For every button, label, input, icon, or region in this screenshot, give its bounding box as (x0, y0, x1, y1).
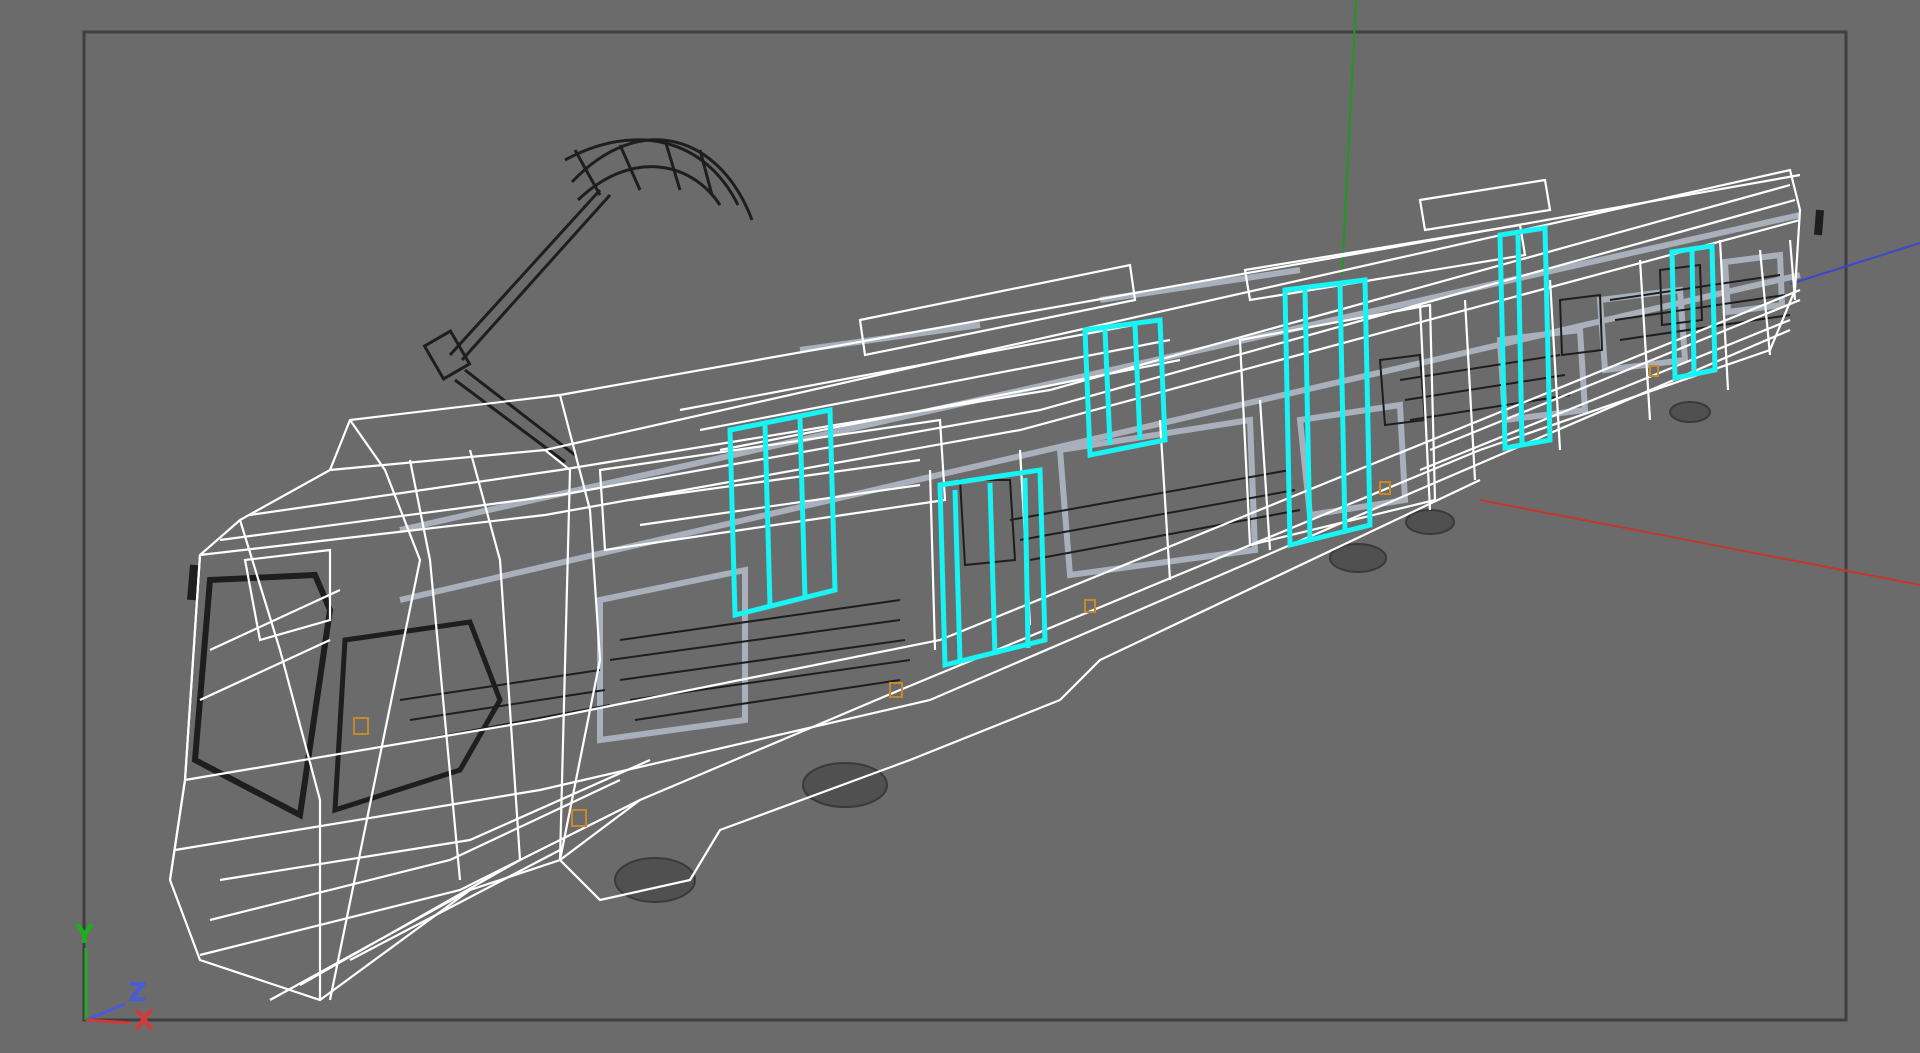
world-axis-x (1479, 499, 1920, 586)
axis-label-x: X (134, 1006, 155, 1036)
axis-gizmo: Y Z X (70, 920, 170, 1040)
axis-label-z: Z (128, 978, 147, 1008)
tram-selected-doors (727, 225, 1718, 669)
tram-body-wireframe (168, 168, 1802, 1002)
viewport-frame (82, 30, 1848, 1022)
axis-label-y: Y (75, 920, 94, 950)
3d-viewport[interactable]: Y Z X (0, 0, 1920, 1053)
wireframe-scene[interactable] (0, 0, 1920, 1053)
world-axis-z (1789, 242, 1920, 285)
world-axis-y (1341, 0, 1357, 276)
tram-body-dark-detail (187, 209, 1824, 820)
